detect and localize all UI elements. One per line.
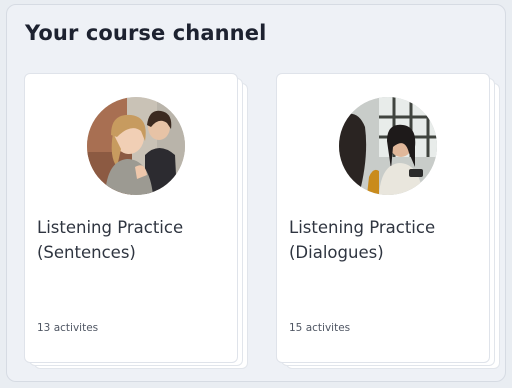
course-title: Listening Practice (Dialogues) xyxy=(289,218,436,262)
section-title: Your course channel xyxy=(25,21,267,45)
activity-count: 15 activites xyxy=(289,322,351,334)
activity-count: 13 activites xyxy=(37,322,99,334)
course-channel-panel: Your course channel Listening Practice (… xyxy=(6,4,506,382)
course-thumbnail-image xyxy=(87,97,185,195)
course-card-dialogues[interactable]: Listening Practice (Dialogues) 15 activi… xyxy=(276,73,490,363)
course-card-stack: Listening Practice (Dialogues) 15 activi… xyxy=(276,73,500,369)
course-card-stack: Listening Practice (Sentences) 13 activi… xyxy=(24,73,248,369)
course-thumbnail-image xyxy=(339,97,437,195)
course-title: Listening Practice (Sentences) xyxy=(37,218,184,262)
course-card-sentences[interactable]: Listening Practice (Sentences) 13 activi… xyxy=(24,73,238,363)
